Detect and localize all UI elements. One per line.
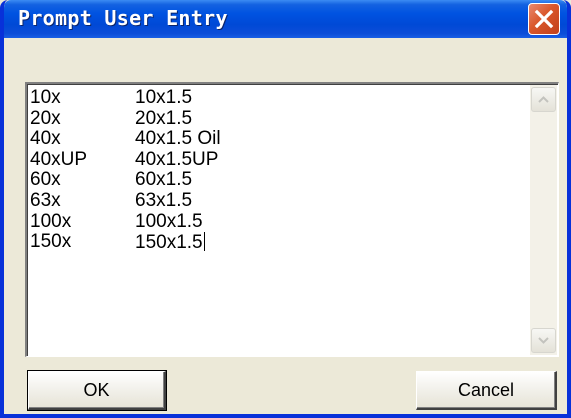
line-objective: 100x [30, 210, 72, 232]
text-line: 63x 63x1.5 [30, 189, 528, 212]
vertical-scrollbar[interactable] [530, 85, 557, 355]
line-description: 40x1.5 Oil [135, 128, 221, 150]
line-objective: 150x [30, 231, 72, 253]
dialog-title: Prompt User Entry [18, 6, 228, 30]
prompt-dialog: Prompt User Entry 10x 10x1.5 20x 20x1.5 40x 4… [0, 0, 571, 418]
entry-textarea[interactable]: 10x 10x1.5 20x 20x1.5 40x 40x1.5 Oil 40xUP 40x1… [25, 82, 559, 357]
title-bar[interactable]: Prompt User Entry [4, 0, 567, 38]
close-icon [534, 9, 554, 29]
line-objective: 63x [30, 189, 61, 211]
line-description: 63x1.5 [135, 189, 193, 211]
text-caret [203, 232, 205, 252]
text-line: 100x 100x1.5 [30, 210, 528, 233]
text-line: 20x 20x1.5 [30, 107, 528, 130]
text-line: 10x 10x1.5 [30, 87, 528, 109]
line-description: 100x1.5 [135, 210, 203, 232]
text-line: 40xUP 40x1.5UP [30, 148, 528, 171]
line-description: 40x1.5UP [135, 148, 219, 170]
entry-lines: 10x 10x1.5 20x 20x1.5 40x 40x1.5 Oil 40xUP 40x1… [30, 87, 528, 253]
line-objective: 60x [30, 169, 61, 191]
scroll-up-button[interactable] [531, 87, 556, 112]
line-description: 10x1.5 [135, 87, 193, 108]
arrow-up-icon [538, 96, 549, 103]
scroll-down-button[interactable] [531, 328, 556, 353]
line-description: 20x1.5 [135, 107, 193, 129]
line-description: 60x1.5 [135, 169, 193, 191]
text-line: 40x 40x1.5 Oil [30, 129, 528, 150]
text-line: 150x 150x1.5 [30, 232, 528, 253]
line-objective: 20x [30, 107, 61, 129]
cancel-button[interactable]: Cancel [416, 371, 557, 410]
line-objective: 40x [30, 128, 61, 150]
line-description: 150x1.5 [135, 232, 205, 254]
line-objective: 40xUP [30, 148, 88, 170]
line-objective: 10x [30, 87, 61, 108]
close-button[interactable] [528, 3, 560, 35]
text-line: 60x 60x1.5 [30, 170, 528, 191]
ok-button[interactable]: OK [27, 370, 167, 411]
arrow-down-icon [538, 337, 549, 344]
